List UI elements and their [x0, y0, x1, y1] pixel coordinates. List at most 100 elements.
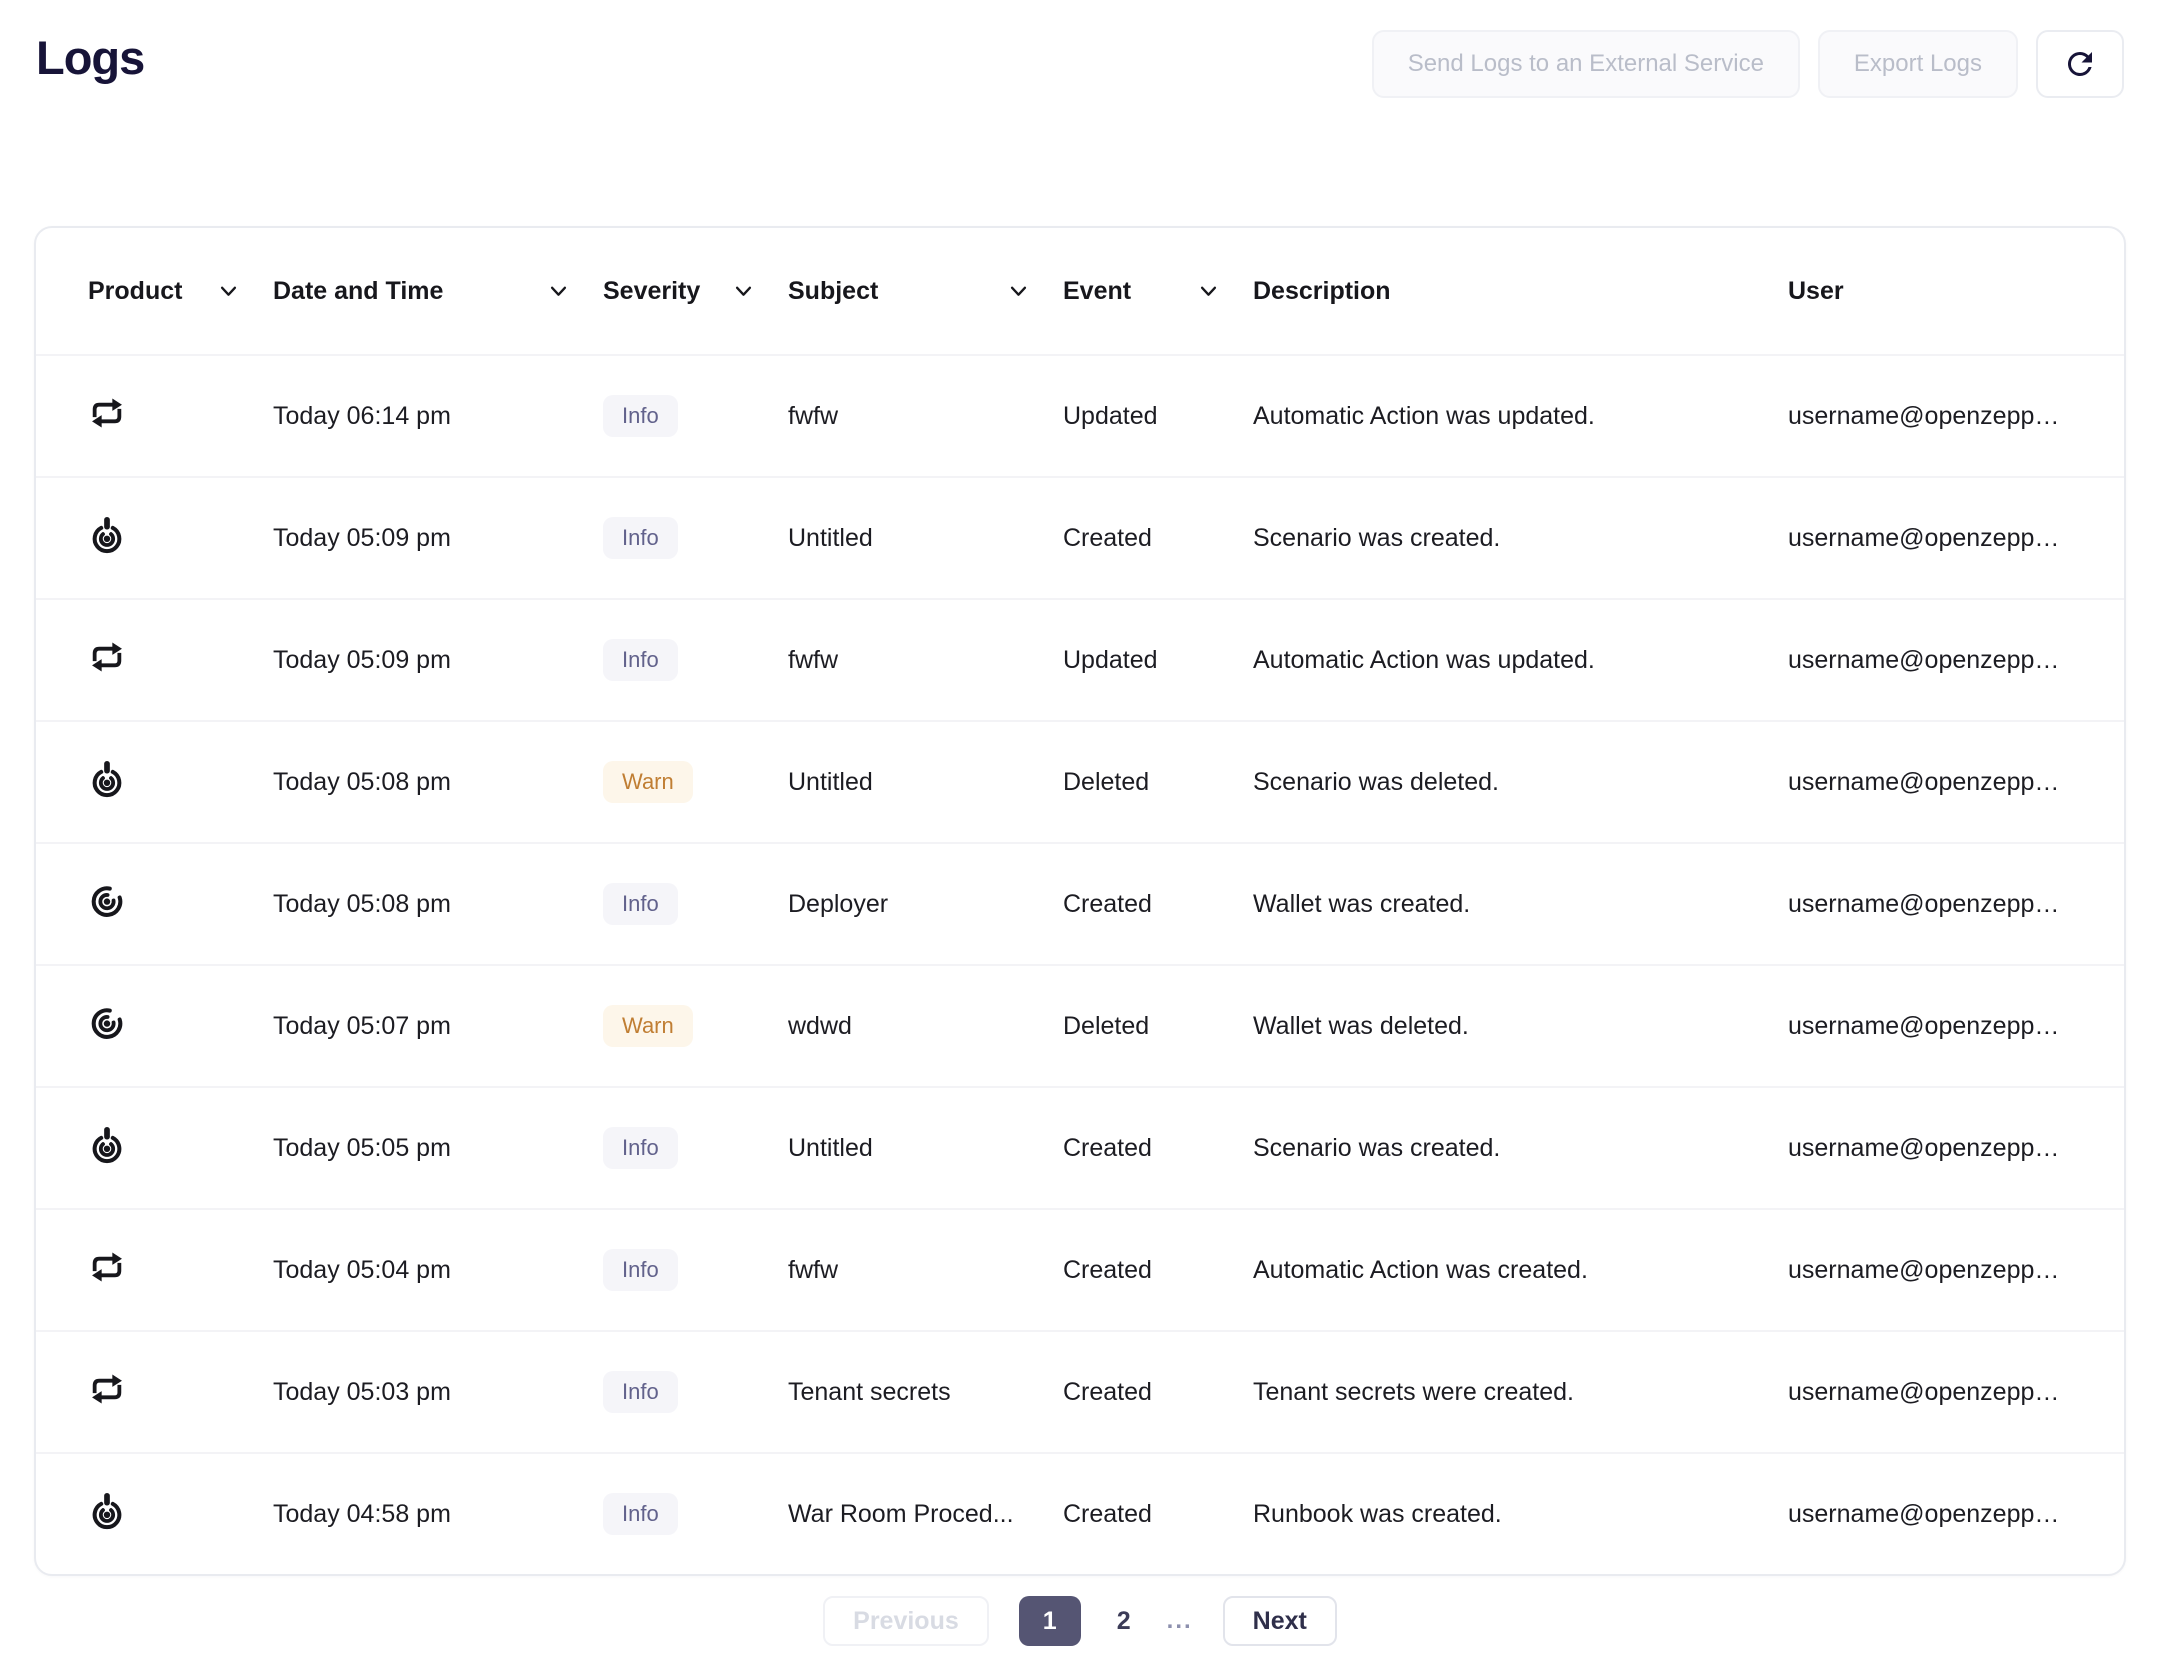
export-logs-button[interactable]: Export Logs — [1818, 30, 2018, 98]
table-row: Today 05:05 pm Info Untitled Created Sce… — [36, 1086, 2124, 1208]
log-subject: Tenant secrets — [788, 1378, 1063, 1407]
log-date: Today 05:05 pm — [273, 1134, 603, 1163]
log-subject: fwfw — [788, 402, 1063, 431]
log-subject: fwfw — [788, 646, 1063, 675]
table-row: Today 05:08 pm Info Deployer Created Wal… — [36, 842, 2124, 964]
log-event: Updated — [1063, 646, 1253, 675]
log-user: username@openzeppe... — [1788, 1500, 2084, 1529]
chevron-down-icon — [1010, 286, 1027, 297]
page-title: Logs — [36, 30, 144, 85]
table-row: Today 06:14 pm Info fwfw Updated Automat… — [36, 354, 2124, 476]
log-date: Today 04:58 pm — [273, 1500, 603, 1529]
log-event: Deleted — [1063, 768, 1253, 797]
log-description: Tenant secrets were created. — [1253, 1378, 1788, 1407]
column-label: User — [1788, 277, 1844, 306]
send-logs-button[interactable]: Send Logs to an External Service — [1372, 30, 1800, 98]
log-description: Automatic Action was updated. — [1253, 402, 1788, 431]
chevron-down-icon — [550, 286, 567, 297]
log-description: Automatic Action was updated. — [1253, 646, 1788, 675]
column-header-description: Description — [1253, 277, 1788, 306]
severity-badge: Info — [603, 517, 678, 559]
table-row: Today 04:58 pm Info War Room Proced... C… — [36, 1452, 2124, 1574]
page-button-1[interactable]: 1 — [1019, 1596, 1081, 1646]
signal-icon — [88, 1004, 126, 1042]
alert-target-icon — [88, 516, 126, 554]
log-event: Created — [1063, 524, 1253, 553]
log-event: Deleted — [1063, 1012, 1253, 1041]
chevron-down-icon — [220, 286, 237, 297]
severity-badge: Info — [603, 1127, 678, 1169]
log-date: Today 05:09 pm — [273, 524, 603, 553]
column-header-date-and-time[interactable]: Date and Time — [273, 277, 603, 306]
log-date: Today 06:14 pm — [273, 402, 603, 431]
log-description: Wallet was created. — [1253, 890, 1788, 919]
log-user: username@openzeppe... — [1788, 646, 2084, 675]
alert-target-icon — [88, 1492, 126, 1530]
severity-badge: Info — [603, 639, 678, 681]
log-event: Created — [1063, 890, 1253, 919]
log-user: username@openzeppe... — [1788, 1378, 2084, 1407]
log-user: username@openzeppe... — [1788, 402, 2084, 431]
column-header-severity[interactable]: Severity — [603, 277, 788, 306]
log-event: Created — [1063, 1134, 1253, 1163]
column-label: Product — [88, 277, 182, 306]
column-label: Date and Time — [273, 277, 443, 306]
repeat-icon — [88, 1370, 126, 1408]
log-subject: wdwd — [788, 1012, 1063, 1041]
log-subject: fwfw — [788, 1256, 1063, 1285]
column-header-event[interactable]: Event — [1063, 277, 1253, 306]
column-label: Event — [1063, 277, 1131, 306]
severity-badge: Info — [603, 883, 678, 925]
log-event: Created — [1063, 1256, 1253, 1285]
log-description: Scenario was deleted. — [1253, 768, 1788, 797]
refresh-icon — [2062, 46, 2098, 82]
column-header-subject[interactable]: Subject — [788, 277, 1063, 306]
log-subject: Untitled — [788, 524, 1063, 553]
table-row: Today 05:07 pm Warn wdwd Deleted Wallet … — [36, 964, 2124, 1086]
log-user: username@openzeppe... — [1788, 768, 2084, 797]
severity-badge: Warn — [603, 1005, 693, 1047]
log-subject: Untitled — [788, 1134, 1063, 1163]
log-user: username@openzeppe... — [1788, 1134, 2084, 1163]
previous-page-button[interactable]: Previous — [823, 1596, 989, 1646]
next-page-button[interactable]: Next — [1223, 1596, 1337, 1646]
log-user: username@openzeppe... — [1788, 524, 2084, 553]
refresh-button[interactable] — [2036, 30, 2124, 98]
log-subject: War Room Proced... — [788, 1500, 1063, 1529]
severity-badge: Info — [603, 1493, 678, 1535]
table-row: Today 05:09 pm Info fwfw Updated Automat… — [36, 598, 2124, 720]
table-body: Today 06:14 pm Info fwfw Updated Automat… — [36, 354, 2124, 1574]
repeat-icon — [88, 1248, 126, 1286]
log-description: Scenario was created. — [1253, 524, 1788, 553]
signal-icon — [88, 882, 126, 920]
table-row: Today 05:03 pm Info Tenant secrets Creat… — [36, 1330, 2124, 1452]
log-date: Today 05:08 pm — [273, 768, 603, 797]
log-subject: Deployer — [788, 890, 1063, 919]
table-row: Today 05:09 pm Info Untitled Created Sce… — [36, 476, 2124, 598]
table-row: Today 05:08 pm Warn Untitled Deleted Sce… — [36, 720, 2124, 842]
severity-badge: Info — [603, 395, 678, 437]
pagination: Previous 1 2 ... Next — [0, 1596, 2160, 1646]
pagination-ellipsis: ... — [1167, 1607, 1193, 1635]
column-label: Description — [1253, 277, 1391, 306]
severity-badge: Warn — [603, 761, 693, 803]
column-header-user: User — [1788, 277, 2084, 306]
log-user: username@openzeppe... — [1788, 1012, 2084, 1041]
page-button-2[interactable]: 2 — [1111, 1607, 1137, 1636]
column-header-product[interactable]: Product — [88, 277, 273, 306]
chevron-down-icon — [1200, 286, 1217, 297]
log-description: Wallet was deleted. — [1253, 1012, 1788, 1041]
severity-badge: Info — [603, 1249, 678, 1291]
column-label: Subject — [788, 277, 878, 306]
log-event: Created — [1063, 1378, 1253, 1407]
log-description: Runbook was created. — [1253, 1500, 1788, 1529]
repeat-icon — [88, 638, 126, 676]
toolbar: Send Logs to an External Service Export … — [1372, 30, 2124, 98]
log-description: Automatic Action was created. — [1253, 1256, 1788, 1285]
log-user: username@openzeppe... — [1788, 1256, 2084, 1285]
severity-badge: Info — [603, 1371, 678, 1413]
table-header-row: Product Date and Time Severity Subject E… — [36, 228, 2124, 354]
column-label: Severity — [603, 277, 700, 306]
log-user: username@openzeppe... — [1788, 890, 2084, 919]
chevron-down-icon — [735, 286, 752, 297]
